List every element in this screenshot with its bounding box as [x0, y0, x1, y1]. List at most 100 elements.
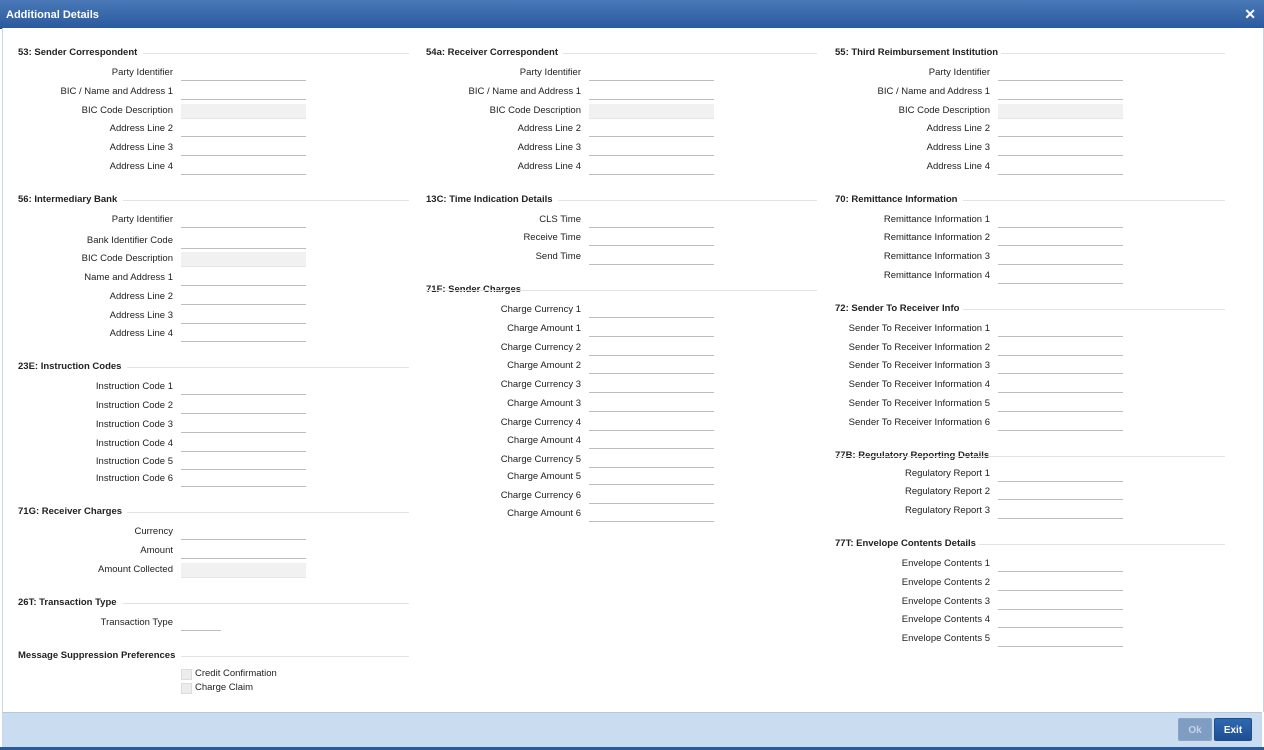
field-input[interactable] — [181, 290, 306, 305]
field-input[interactable] — [589, 85, 714, 100]
field-input[interactable] — [181, 160, 306, 175]
field-input[interactable] — [998, 378, 1123, 393]
charge-claim-checkbox[interactable] — [181, 683, 192, 694]
field-input[interactable] — [181, 309, 306, 324]
field-input[interactable] — [998, 141, 1123, 156]
field-label: Charge Amount 6 — [507, 508, 581, 519]
field-input[interactable] — [181, 437, 306, 452]
field-input[interactable] — [998, 632, 1123, 647]
field-input[interactable] — [181, 234, 306, 249]
field-input[interactable] — [181, 271, 306, 286]
field-input[interactable] — [998, 66, 1123, 81]
field-label: BIC / Name and Address 1 — [468, 86, 581, 97]
field-label: Address Line 4 — [109, 328, 173, 339]
field-input[interactable] — [589, 434, 714, 449]
field-label: Instruction Code 3 — [95, 419, 173, 430]
field-input[interactable] — [998, 341, 1123, 356]
field-input[interactable] — [998, 397, 1123, 412]
divider — [979, 544, 1225, 545]
field-input[interactable] — [998, 213, 1123, 228]
field-label: Address Line 3 — [109, 310, 173, 321]
field-input[interactable] — [998, 269, 1123, 284]
credit-confirmation-checkbox[interactable] — [181, 669, 192, 680]
field-input[interactable] — [589, 397, 714, 412]
field-input[interactable] — [181, 122, 306, 137]
field-input[interactable] — [589, 453, 714, 468]
section-title: 54a: Receiver Correspondent — [426, 47, 558, 58]
field-input[interactable] — [589, 489, 714, 504]
field-label: Sender To Receiver Information 3 — [848, 360, 990, 371]
field-label: Address Line 3 — [109, 142, 173, 153]
field-input[interactable] — [589, 470, 714, 485]
section-title: 26T: Transaction Type — [18, 597, 117, 608]
field-label: Remittance Information 2 — [883, 232, 990, 243]
field-input[interactable] — [181, 85, 306, 100]
field-input[interactable] — [589, 341, 714, 356]
field-input[interactable] — [998, 122, 1123, 137]
divider — [1001, 53, 1225, 54]
field-input[interactable] — [998, 359, 1123, 374]
field-input[interactable] — [181, 380, 306, 395]
field-input[interactable] — [589, 141, 714, 156]
field-input[interactable] — [181, 327, 306, 342]
field-label: BIC Code Description — [81, 253, 173, 264]
field-input[interactable] — [181, 544, 306, 559]
field-input[interactable] — [998, 104, 1123, 119]
field-input[interactable] — [589, 359, 714, 374]
ok-button[interactable]: Ok — [1178, 718, 1212, 741]
field-input[interactable] — [181, 213, 306, 228]
field-label: Envelope Contents 3 — [901, 596, 990, 607]
section-26t-transaction-type: 26T: Transaction Type — [18, 597, 117, 610]
field-input[interactable] — [998, 250, 1123, 265]
field-input[interactable] — [181, 252, 306, 267]
field-input[interactable] — [589, 231, 714, 246]
field-input[interactable] — [998, 613, 1123, 628]
field-label: Charge Currency 6 — [500, 490, 581, 501]
section-message-suppression: Message Suppression Preferences — [18, 650, 175, 663]
exit-button[interactable]: Exit — [1214, 718, 1252, 741]
field-input[interactable] — [181, 525, 306, 540]
field-input[interactable] — [589, 104, 714, 119]
field-input[interactable] — [589, 160, 714, 175]
field-input[interactable] — [998, 595, 1123, 610]
divider — [123, 200, 409, 201]
section-72-sender-to-receiver: 72: Sender To Receiver Info — [835, 303, 959, 316]
field-label: Envelope Contents 1 — [901, 558, 990, 569]
field-input[interactable] — [998, 485, 1123, 500]
section-title: 72: Sender To Receiver Info — [835, 303, 960, 314]
field-input[interactable] — [589, 122, 714, 137]
field-input[interactable] — [181, 616, 221, 631]
field-input[interactable] — [998, 85, 1123, 100]
field-input[interactable] — [589, 507, 714, 522]
field-input[interactable] — [998, 322, 1123, 337]
field-input[interactable] — [998, 576, 1123, 591]
field-input[interactable] — [998, 160, 1123, 175]
field-input[interactable] — [181, 455, 306, 470]
field-input[interactable] — [181, 418, 306, 433]
field-input[interactable] — [998, 504, 1123, 519]
field-label: Envelope Contents 2 — [901, 577, 990, 588]
field-label: Instruction Code 6 — [95, 473, 173, 484]
field-input[interactable] — [181, 399, 306, 414]
field-input[interactable] — [998, 467, 1123, 482]
field-input[interactable] — [181, 472, 306, 487]
close-icon[interactable]: ✕ — [1244, 7, 1256, 21]
field-input[interactable] — [181, 104, 306, 119]
field-input[interactable] — [589, 416, 714, 431]
field-input[interactable] — [589, 378, 714, 393]
field-input[interactable] — [181, 141, 306, 156]
field-input[interactable] — [589, 250, 714, 265]
field-input[interactable] — [589, 66, 714, 81]
field-input[interactable] — [181, 66, 306, 81]
dialog-content: 53: Sender Correspondent Party Identifie… — [2, 28, 1264, 712]
field-input[interactable] — [998, 416, 1123, 431]
field-input[interactable] — [181, 563, 306, 578]
field-input[interactable] — [998, 557, 1123, 572]
field-input[interactable] — [589, 213, 714, 228]
field-input[interactable] — [589, 322, 714, 337]
field-label: Charge Currency 1 — [500, 304, 581, 315]
field-input[interactable] — [589, 303, 714, 318]
field-input[interactable] — [998, 231, 1123, 246]
divider — [123, 603, 409, 604]
field-label: Send Time — [535, 251, 581, 262]
